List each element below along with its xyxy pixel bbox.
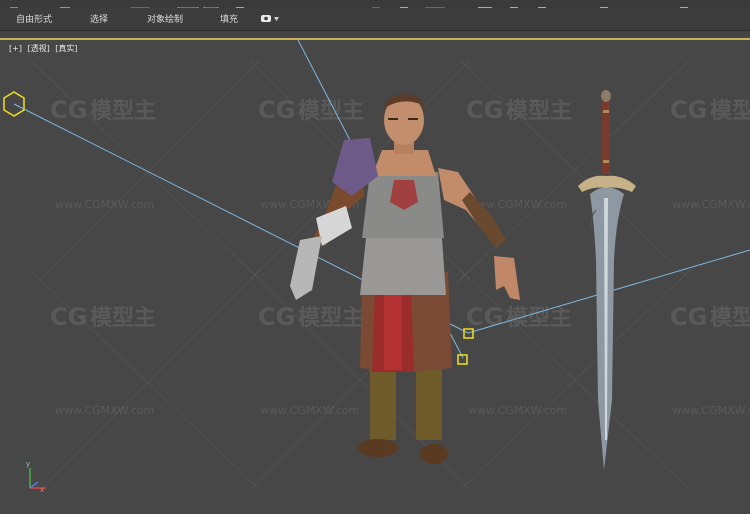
viewport-scene[interactable]: CG 模型主 CG 模型主 CG 模型主 CG 模型主 CG 模型主 CG 模型…: [0, 0, 750, 514]
viewport-shading-mode[interactable]: [真实]: [55, 44, 77, 53]
svg-text:CG: CG: [670, 303, 707, 331]
svg-text:CG: CG: [466, 303, 503, 331]
watermark-url-8: www.CGMXW.com: [672, 404, 750, 417]
watermark-logo-8: 模型主: [710, 306, 750, 331]
watermark-diagonals: [29, 59, 691, 491]
watermark-logo-4: 模型主: [710, 99, 750, 124]
watermark-logo-5: 模型主: [90, 306, 156, 331]
watermark-url-6: www.CGMXW.com: [260, 404, 359, 417]
viewport-view-mode[interactable]: [透视]: [28, 44, 50, 53]
viewport-menu-plus[interactable]: [+]: [9, 44, 22, 53]
watermark-url-1: www.CGMXW.com: [55, 198, 154, 211]
sword-model[interactable]: [578, 90, 636, 470]
svg-text:CG: CG: [466, 96, 503, 124]
svg-text:CG: CG: [670, 96, 707, 124]
watermark-url-7: www.CGMXW.com: [468, 404, 567, 417]
watermark-logo-3: 模型主: [506, 99, 572, 124]
svg-text:CG: CG: [258, 303, 295, 331]
axis-y-label: y: [26, 460, 30, 468]
axis-tripod: y x: [26, 460, 46, 494]
viewport-label-group: [+] [透视] [真实]: [9, 43, 81, 54]
watermark-url-5: www.CGMXW.com: [55, 404, 154, 417]
watermark-logo-1: 模型主: [90, 99, 156, 124]
watermark-url-4: www.CGMXW.com: [672, 198, 750, 211]
axis-x-label: x: [40, 486, 44, 494]
